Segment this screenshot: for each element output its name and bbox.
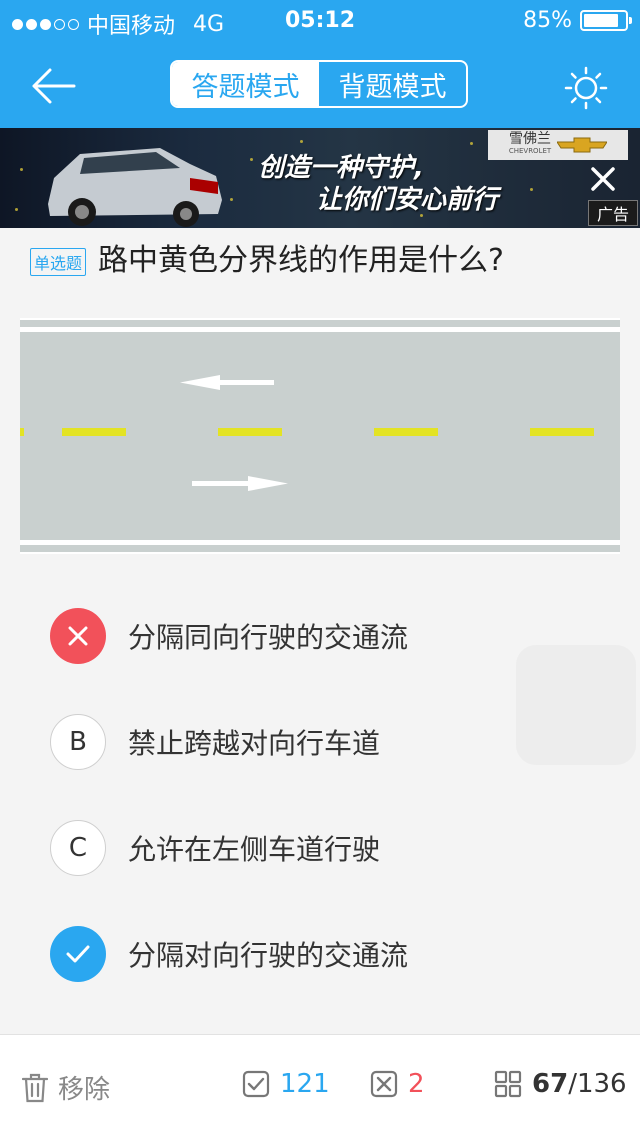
checkbox-icon	[242, 1070, 270, 1098]
sun-icon	[564, 66, 608, 110]
question-type-badge: 单选题	[30, 248, 87, 276]
correct-count: 121	[280, 1069, 330, 1099]
tab-review-mode[interactable]: 背题模式	[319, 62, 466, 106]
current-question-number: 67	[532, 1069, 569, 1099]
ad-brand-logo: 雪佛兰 CHEVROLET	[488, 130, 628, 160]
car-image	[48, 148, 222, 227]
option-d[interactable]: 分隔对向行驶的交通流	[50, 924, 610, 984]
brand-name-en: CHEVROLET	[508, 147, 552, 155]
close-icon	[591, 167, 615, 191]
road-marking-image	[20, 318, 620, 554]
x-box-icon	[370, 1070, 398, 1098]
mode-toggle: 答题模式 背题模式	[170, 60, 468, 108]
bottom-toolbar: 移除 121 2 67/136	[0, 1034, 640, 1136]
question-text: 路中黄色分界线的作用是什么?	[98, 243, 504, 278]
battery-percent: 85%	[523, 8, 572, 33]
floating-assist-button[interactable]	[516, 645, 636, 765]
correct-count-button[interactable]: 121	[242, 1069, 330, 1099]
grid-icon	[494, 1070, 522, 1098]
remove-button[interactable]: 移除	[22, 1069, 110, 1106]
status-right: 85%	[523, 8, 632, 33]
question-grid-button[interactable]: 67/136	[494, 1069, 627, 1099]
question: 单选题 路中黄色分界线的作用是什么?	[30, 240, 620, 282]
option-c-letter: C	[50, 820, 106, 876]
correct-answer-badge	[50, 926, 106, 982]
check-icon	[66, 945, 90, 963]
battery-fill	[584, 14, 618, 27]
status-bar: 中国移动 4G 05:12 85%	[0, 0, 640, 40]
total-questions: /136	[568, 1069, 627, 1099]
option-d-text: 分隔对向行驶的交通流	[128, 939, 409, 972]
ad-tag-label: 广告	[588, 200, 638, 226]
battery-icon	[580, 10, 632, 31]
option-c[interactable]: C 允许在左侧车道行驶	[50, 818, 610, 878]
ad-slogan: 创造一种守护, 让你们安心前行	[258, 152, 498, 216]
option-a-text: 分隔同向行驶的交通流	[128, 621, 409, 654]
wrong-answer-badge	[50, 608, 106, 664]
back-arrow-icon	[32, 68, 76, 104]
back-button[interactable]	[30, 66, 76, 106]
option-b-text: 禁止跨越对向行车道	[128, 727, 381, 760]
wrong-count-button[interactable]: 2	[370, 1069, 425, 1099]
tab-answer-mode[interactable]: 答题模式	[172, 62, 319, 106]
ad-banner[interactable]: 创造一种守护, 让你们安心前行 雪佛兰 CHEVROLET 广告	[0, 128, 640, 228]
brightness-button[interactable]	[564, 66, 608, 110]
bowtie-logo-icon	[557, 137, 608, 153]
option-b-letter: B	[50, 714, 106, 770]
brand-name-cn: 雪佛兰	[509, 131, 551, 147]
trash-icon	[22, 1073, 48, 1102]
ad-close-button[interactable]	[590, 166, 616, 192]
option-c-text: 允许在左侧车道行驶	[128, 833, 381, 866]
practice-screen: 中国移动 4G 05:12 85% 答题模式 背题模式 创造一种守护, 让你们安…	[0, 0, 640, 1136]
ad-slogan-line2: 让你们安心前行	[316, 185, 499, 215]
wrong-count: 2	[408, 1069, 425, 1099]
nav-bar: 答题模式 背题模式	[0, 40, 640, 128]
cross-icon	[68, 626, 88, 646]
progress-text: 67/136	[532, 1069, 627, 1099]
remove-label: 移除	[58, 1075, 111, 1105]
ad-slogan-line1: 创造一种守护,	[258, 153, 424, 183]
